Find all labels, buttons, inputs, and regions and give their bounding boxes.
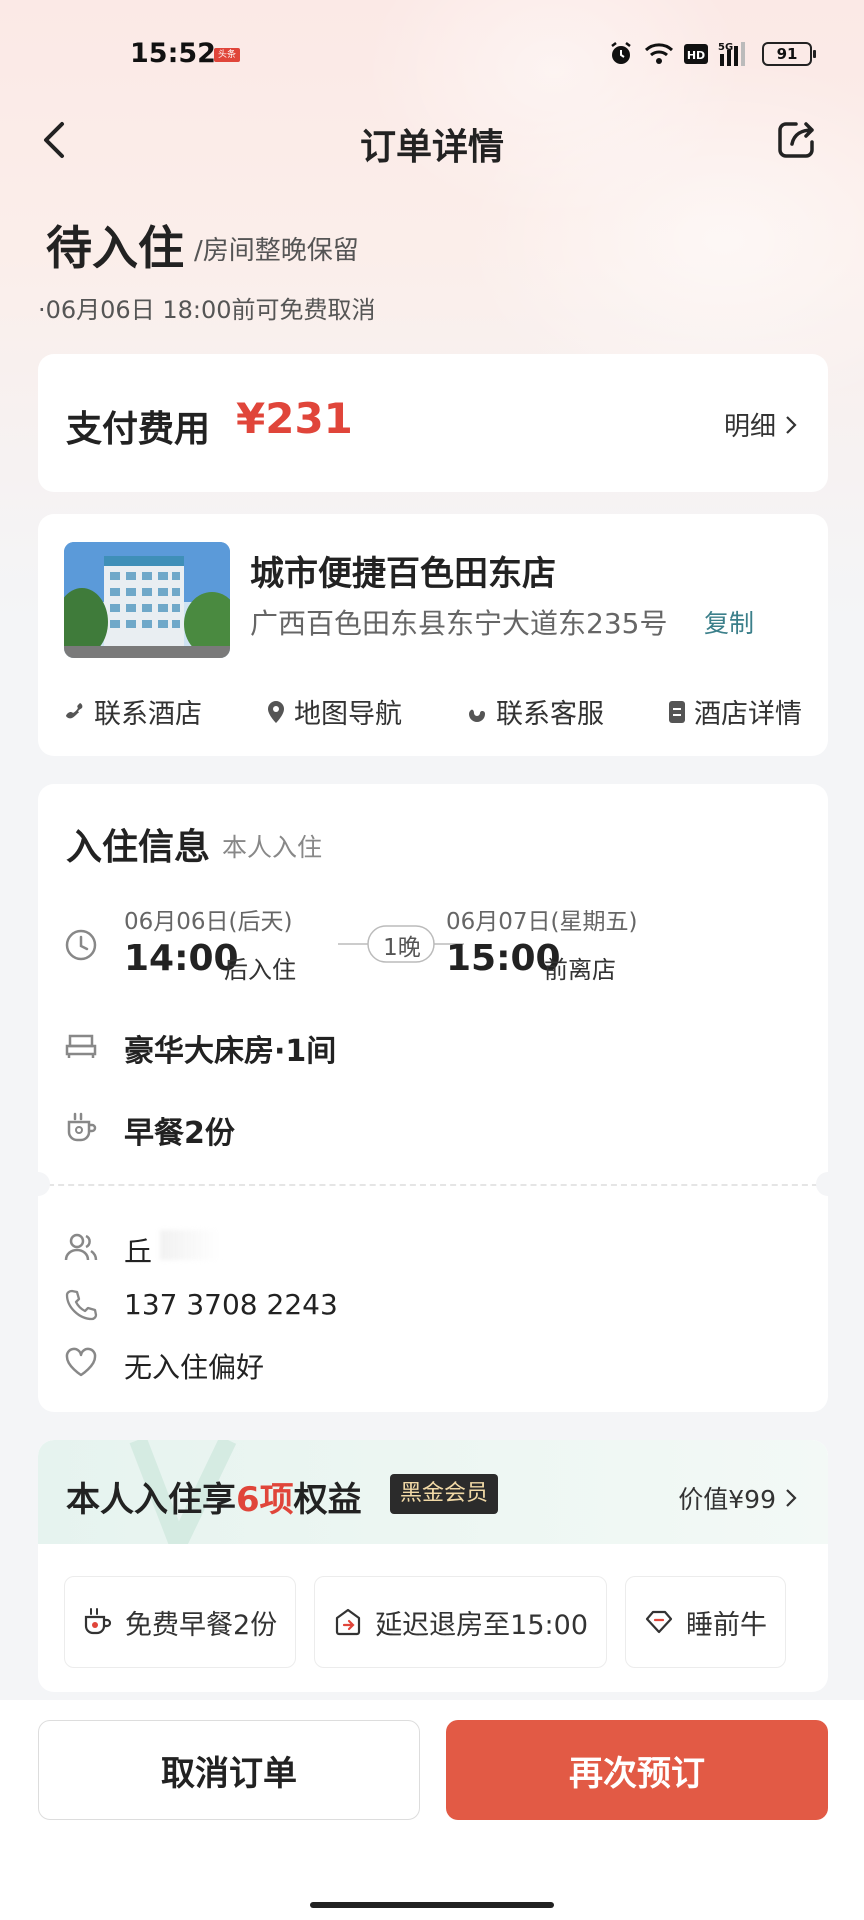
benefit-label: 延迟退房至15:00 xyxy=(375,1609,588,1641)
hotel-actions: 联系酒店 地图导航 联系客服 酒店详情 xyxy=(64,692,802,731)
benefits-value-link[interactable]: 价值¥99 xyxy=(678,1480,798,1516)
contact-hotel-button[interactable]: 联系酒店 xyxy=(64,692,202,731)
chevron-right-icon xyxy=(786,1489,797,1507)
status-icons: HD 5G 91 xyxy=(608,38,816,70)
order-status-title: 待入住 xyxy=(46,221,184,275)
phone-icon xyxy=(66,702,83,718)
benefits-title-suffix: 权益 xyxy=(293,1480,362,1520)
hotel-address: 广西百色田东县东宁大道东235号 xyxy=(250,607,668,640)
benefits-title: 本人入住享6项权益 xyxy=(66,1472,362,1521)
room-type: 豪华大床房·1间 xyxy=(124,1034,337,1069)
signal-5g-icon: 5G xyxy=(718,42,745,66)
hotel-photo[interactable] xyxy=(64,542,230,658)
payment-detail-link[interactable]: 明细 xyxy=(724,406,798,443)
free-cancel-note: ·06月06日 18:00前可免费取消 xyxy=(38,296,376,324)
checkout-date: 06月07日(星期五) xyxy=(446,909,638,935)
checkin-time-suffix: 后入住 xyxy=(224,956,296,984)
wifi-icon xyxy=(644,43,674,64)
service-icon xyxy=(469,709,485,722)
checkin-time: 14:00 xyxy=(124,938,239,979)
document-icon xyxy=(669,700,685,723)
heart-icon xyxy=(65,1347,97,1377)
benefits-title-prefix: 本人入住享 xyxy=(66,1480,236,1520)
hd-icon: HD xyxy=(684,44,708,64)
checkin-date: 06月06日(后天) xyxy=(124,909,293,935)
checkin-subtitle: 本人入住 xyxy=(222,833,323,862)
alarm-icon xyxy=(611,42,631,64)
benefits-count: 6项 xyxy=(236,1480,294,1520)
benefit-item[interactable]: 睡前牛 xyxy=(625,1576,786,1668)
copy-address-button[interactable]: 复制 xyxy=(704,604,754,640)
benefit-items: 免费早餐2份 延迟退房至15:00 睡前牛 xyxy=(64,1576,786,1668)
payment-card: 支付费用 ¥231 明细 xyxy=(38,354,828,492)
nav-bar: 订单详情 xyxy=(0,100,864,180)
contact-service-button[interactable]: 联系客服 xyxy=(466,692,604,731)
home-indicator[interactable] xyxy=(310,1902,554,1908)
guests-icon xyxy=(64,1233,98,1261)
map-navigation-button[interactable]: 地图导航 xyxy=(266,692,402,731)
contact-hotel-label: 联系酒店 xyxy=(94,699,202,730)
payment-label: 支付费用 xyxy=(66,409,211,450)
guest-phone: 137 3708 2243 xyxy=(124,1288,338,1321)
guest-name: 丘 xyxy=(124,1235,153,1268)
divider xyxy=(38,1184,828,1186)
notification-badge: 头条 xyxy=(214,48,240,62)
cancel-order-button[interactable]: 取消订单 xyxy=(38,1720,420,1820)
hotel-card: 城市便捷百色田东店 广西百色田东县东宁大道东235号 复制 联系酒店 地图导航 … xyxy=(38,514,828,756)
clock-icon xyxy=(65,929,97,961)
hotel-details-button[interactable]: 酒店详情 xyxy=(668,692,802,731)
late-checkout-icon xyxy=(336,1608,361,1636)
order-status-subtitle: /房间整晚保留 xyxy=(194,236,359,266)
benefit-item[interactable]: 延迟退房至15:00 xyxy=(314,1576,607,1668)
ticket-notch-left xyxy=(26,1172,50,1196)
nights-label: 1晚 xyxy=(383,935,421,961)
svg-text:HD: HD xyxy=(687,49,705,62)
hotel-details-label: 酒店详情 xyxy=(694,699,802,730)
checkin-title: 入住信息 xyxy=(66,827,211,868)
contact-service-label: 联系客服 xyxy=(496,699,604,730)
status-bar: 15:52 头条 HD 5G 91 xyxy=(0,0,864,110)
chevron-right-icon xyxy=(786,415,797,434)
bottom-action-bar: 取消订单 再次预订 xyxy=(0,1700,864,1920)
phone-icon xyxy=(65,1289,98,1321)
share-icon[interactable] xyxy=(774,116,820,162)
coffee-cup-icon xyxy=(84,1608,112,1635)
checkin-info-card: 入住信息 本人入住 06月06日(后天) 14:00 后入住 1晚 06月07日… xyxy=(26,784,840,1412)
page-title: 订单详情 xyxy=(359,127,504,168)
checkout-time-suffix: 前离店 xyxy=(544,956,616,984)
battery-icon: 91 xyxy=(762,42,816,66)
coffee-cup-icon xyxy=(67,1112,97,1142)
payment-amount: ¥231 xyxy=(236,394,353,443)
hotel-name: 城市便捷百色田东店 xyxy=(250,554,556,594)
breakfast-info: 早餐2份 xyxy=(124,1116,235,1151)
membership-badge: 黑金会员 xyxy=(390,1474,499,1514)
location-pin-icon xyxy=(268,700,284,723)
checkin-preference: 无入住偏好 xyxy=(124,1351,265,1384)
ticket-notch-right xyxy=(816,1172,840,1196)
rebook-button[interactable]: 再次预订 xyxy=(446,1720,828,1820)
map-navigation-label: 地图导航 xyxy=(294,699,402,730)
benefits-header[interactable]: 本人入住享6项权益 黑金会员 价值¥99 xyxy=(38,1440,828,1544)
benefit-label: 免费早餐2份 xyxy=(125,1609,278,1641)
benefit-label: 睡前牛 xyxy=(686,1609,767,1641)
benefits-value: 价值¥99 xyxy=(678,1485,776,1514)
payment-detail-label: 明细 xyxy=(723,412,776,442)
diamond-icon xyxy=(645,1610,673,1634)
guest-name-redacted xyxy=(160,1230,220,1260)
bed-icon xyxy=(65,1034,97,1058)
benefit-item[interactable]: 免费早餐2份 xyxy=(64,1576,297,1668)
member-benefits-card: 本人入住享6项权益 黑金会员 价值¥99 免费早餐2份 延迟退房至15:00 睡… xyxy=(38,1440,828,1692)
status-time: 15:52 xyxy=(130,38,216,69)
hotel-building-image xyxy=(64,542,230,658)
